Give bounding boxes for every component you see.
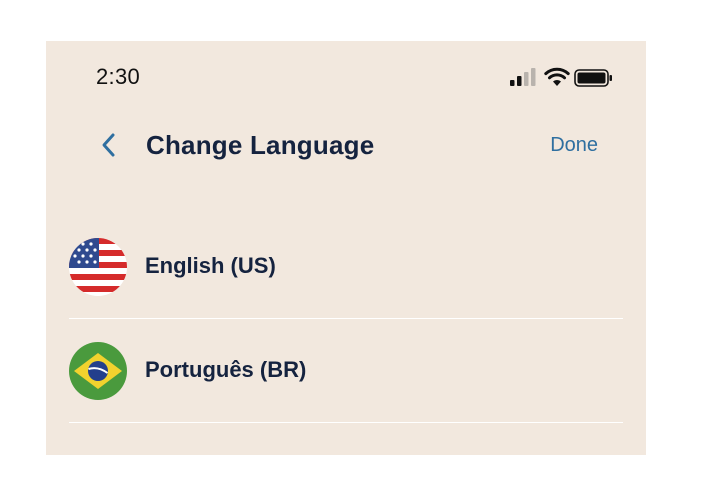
language-list: English (US) Português (BR) xyxy=(69,215,623,423)
app-screen: 2:30 Change Language Done English (US) P… xyxy=(46,41,646,455)
chevron-left-icon xyxy=(102,133,115,157)
done-button[interactable]: Done xyxy=(550,134,598,157)
language-label: Português (BR) xyxy=(145,357,307,382)
navigation-bar: Change Language Done xyxy=(46,121,646,169)
brazil-flag-icon xyxy=(69,342,127,400)
status-time: 2:30 xyxy=(96,64,141,89)
language-option-english-us[interactable]: English (US) xyxy=(69,215,623,319)
status-icons xyxy=(510,67,620,88)
battery-icon xyxy=(574,69,612,87)
status-bar: 2:30 xyxy=(46,41,646,111)
page-title: Change Language xyxy=(146,130,375,160)
language-option-portuguese-br[interactable]: Português (BR) xyxy=(69,319,623,423)
language-label: English (US) xyxy=(145,253,276,278)
cellular-signal-icon xyxy=(510,68,536,86)
wifi-icon xyxy=(544,67,570,86)
us-flag-icon xyxy=(69,238,127,296)
back-button[interactable] xyxy=(94,129,124,161)
